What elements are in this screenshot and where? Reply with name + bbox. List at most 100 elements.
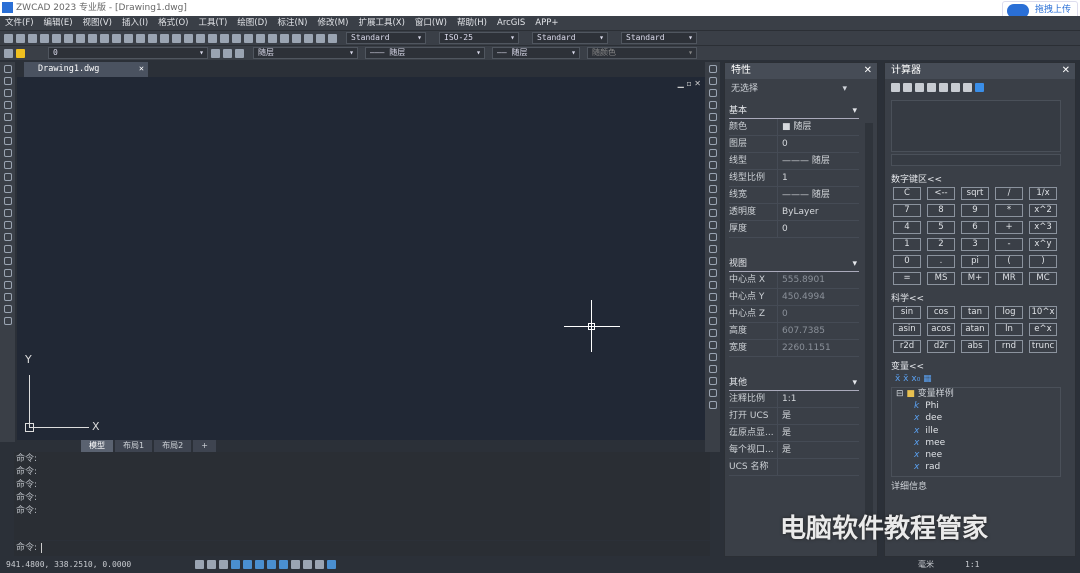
tool-icon[interactable] (708, 389, 717, 397)
property-row[interactable]: 线型比例 1 (729, 170, 859, 187)
viewport-controls[interactable]: ▁ ▫ ✕ (678, 79, 701, 88)
calculator-tool-icon[interactable] (963, 83, 972, 92)
toolbar-icon[interactable] (40, 33, 49, 43)
tool-icon[interactable] (3, 113, 12, 121)
toolbar-icon[interactable] (160, 33, 169, 43)
lineweight-select[interactable]: —— 随层 (492, 47, 580, 59)
close-icon[interactable]: ✕ (139, 62, 144, 77)
status-toggle-icon[interactable] (231, 560, 240, 569)
layer-state-icon[interactable] (223, 48, 232, 58)
calc-key[interactable]: e^x (1029, 323, 1057, 336)
tool-icon[interactable] (3, 293, 12, 301)
property-row[interactable]: 透明度 ByLayer (729, 204, 859, 221)
calc-key[interactable]: atan (961, 323, 989, 336)
tool-icon[interactable] (3, 173, 12, 181)
section-header[interactable]: 视图 (729, 258, 859, 272)
calculator-tool-icon[interactable] (927, 83, 936, 92)
property-value[interactable]: ——— 随层 (777, 153, 830, 169)
property-value[interactable]: 555.8901 (777, 272, 825, 288)
table-style-select[interactable]: Standard (532, 32, 608, 44)
toolbar-icon[interactable] (16, 33, 25, 43)
annotation-scale-select[interactable]: 1:1 (965, 557, 979, 573)
property-value[interactable]: ■ 随层 (777, 119, 811, 135)
calc-key[interactable]: MR (995, 272, 1023, 285)
variables-toggle[interactable]: 变量<< (891, 359, 1075, 372)
tool-icon[interactable] (708, 329, 717, 337)
multileader-style-select[interactable]: Standard (621, 32, 697, 44)
numpad-toggle[interactable]: 数字键区<< (891, 172, 1075, 185)
calc-key[interactable]: trunc (1029, 340, 1057, 353)
tool-icon[interactable] (708, 281, 717, 289)
toolbar-icon[interactable] (244, 33, 253, 43)
tool-icon[interactable] (708, 365, 717, 373)
toolbar-icon[interactable] (268, 33, 277, 43)
property-row[interactable]: 打开 UCS ... 是 (729, 408, 859, 438)
tool-icon[interactable] (3, 245, 12, 253)
calc-key[interactable]: ln (995, 323, 1023, 336)
calc-key[interactable]: * (995, 204, 1023, 217)
property-value[interactable]: 是 (777, 442, 791, 458)
calc-key[interactable]: 1 (893, 238, 921, 251)
plotstyle-select[interactable]: 随颜色 (587, 47, 697, 59)
close-icon[interactable]: ✕ (864, 63, 872, 79)
property-value[interactable]: 2260.1151 (777, 340, 831, 356)
dim-style-select[interactable]: ISO-25 (439, 32, 519, 44)
menu-item[interactable]: 扩展工具(X) (358, 16, 404, 30)
status-toggle-icon[interactable] (219, 560, 228, 569)
calc-key[interactable]: 10^x (1029, 306, 1057, 319)
tool-icon[interactable] (3, 65, 12, 73)
property-value[interactable]: 450.4994 (777, 289, 825, 305)
toolbar-icon[interactable] (136, 33, 145, 43)
tool-icon[interactable] (708, 77, 717, 85)
toolbar-icon[interactable] (148, 33, 157, 43)
property-row[interactable]: 中心点 Y 450.4994 (729, 289, 859, 306)
layout-tab[interactable]: 模型 (81, 440, 113, 452)
calc-key[interactable]: . (927, 255, 955, 268)
calc-key[interactable]: sqrt (961, 187, 989, 200)
calc-key[interactable]: 9 (961, 204, 989, 217)
calc-key[interactable]: sin (893, 306, 921, 319)
calculator-display[interactable] (891, 100, 1061, 152)
calc-key[interactable]: ( (995, 255, 1023, 268)
layer-select[interactable]: 0 (48, 47, 208, 59)
tool-icon[interactable] (708, 89, 717, 97)
tool-icon[interactable] (3, 89, 12, 97)
calculator-tool-icon[interactable] (975, 83, 984, 92)
property-value[interactable]: 607.7385 (777, 323, 825, 339)
menu-item[interactable]: 编辑(E) (44, 16, 73, 30)
property-row[interactable]: 图层 0 (729, 136, 859, 153)
variable-folder[interactable]: ⊟ ■ 变量样例 (892, 388, 1060, 400)
tool-icon[interactable] (708, 197, 717, 205)
status-toggle-icon[interactable] (255, 560, 264, 569)
calc-key[interactable]: 3 (961, 238, 989, 251)
toolbar-icon[interactable] (316, 33, 325, 43)
menu-item[interactable]: 格式(O) (158, 16, 188, 30)
status-toggle-icon[interactable] (327, 560, 336, 569)
property-row[interactable]: 注释比例 1:1 (729, 391, 859, 408)
tool-icon[interactable] (708, 209, 717, 217)
linetype-select[interactable]: ——— 随层 (365, 47, 485, 59)
tool-icon[interactable] (3, 305, 12, 313)
property-value[interactable]: 1:1 (777, 391, 796, 407)
menu-item[interactable]: ArcGIS (497, 16, 525, 30)
layout-tab[interactable]: 布局1 (115, 440, 153, 452)
tool-icon[interactable] (708, 305, 717, 313)
status-toggle-icon[interactable] (315, 560, 324, 569)
calculator-input[interactable] (891, 154, 1061, 166)
property-row[interactable]: 线型 ——— 随层 (729, 153, 859, 170)
tool-icon[interactable] (708, 113, 717, 121)
calc-key[interactable]: MC (1029, 272, 1057, 285)
calc-key[interactable]: acos (927, 323, 955, 336)
variable-item[interactable]: x dee (892, 412, 1060, 424)
property-value[interactable]: ——— 随层 (777, 187, 830, 203)
property-row[interactable]: 中心点 X 555.8901 (729, 272, 859, 289)
property-row[interactable]: 线宽 ——— 随层 (729, 187, 859, 204)
tool-icon[interactable] (3, 149, 12, 157)
toolbar-icon[interactable] (112, 33, 121, 43)
variable-item[interactable]: k Phi (892, 400, 1060, 412)
property-row[interactable]: UCS 名称 (729, 459, 859, 476)
toolbar-icon[interactable] (304, 33, 313, 43)
tool-icon[interactable] (708, 317, 717, 325)
calc-key[interactable]: / (995, 187, 1023, 200)
tool-icon[interactable] (708, 401, 717, 409)
